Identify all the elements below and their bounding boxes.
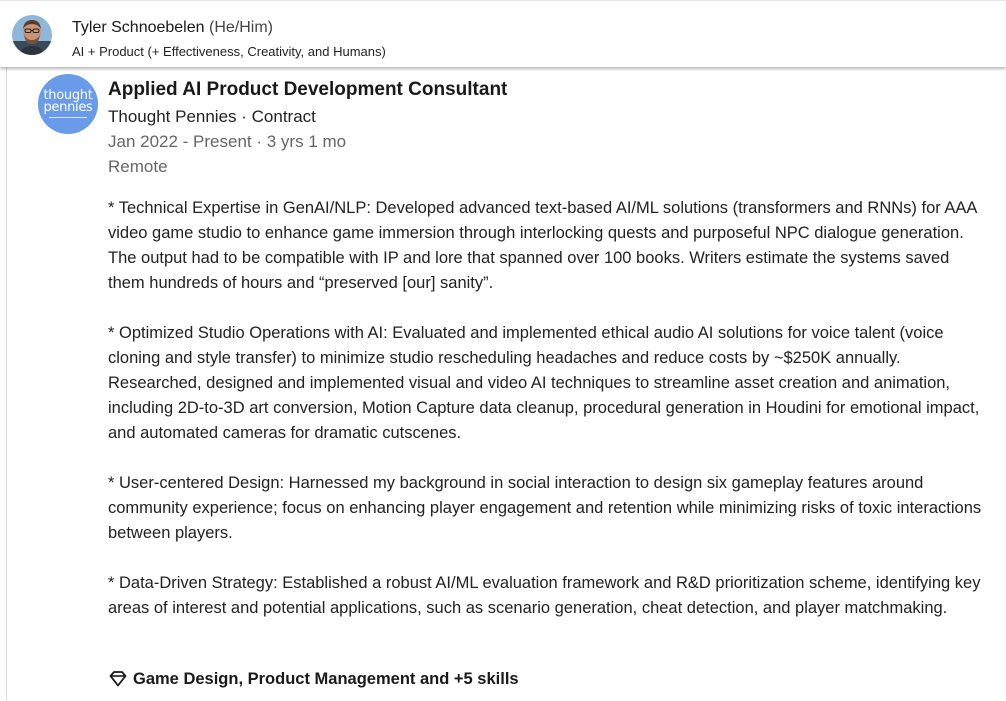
avatar[interactable] bbox=[12, 15, 52, 55]
job-title: Applied AI Product Development Consultan… bbox=[108, 79, 508, 100]
description-paragraph: * Technical Expertise in GenAI/NLP: Deve… bbox=[108, 199, 977, 292]
description-paragraph: * Optimized Studio Operations with AI: E… bbox=[108, 324, 980, 442]
job-dates: Jan 2022 - Present · 3 yrs 1 mo bbox=[108, 132, 347, 151]
profile-name-line: Tyler Schnoebelen (He/Him) bbox=[72, 18, 273, 38]
company-logo[interactable]: thought pennies bbox=[38, 74, 98, 134]
experience-card: thought pennies Applied AI Product Devel… bbox=[6, 66, 1006, 701]
profile-headline: AI + Product (+ Effectiveness, Creativit… bbox=[72, 44, 386, 59]
profile-header: Tyler Schnoebelen (He/Him) AI + Product … bbox=[0, 0, 1006, 67]
job-company[interactable]: Thought Pennies · Contract bbox=[108, 107, 316, 127]
diamond-icon bbox=[108, 670, 128, 688]
profile-pronouns: (He/Him) bbox=[208, 19, 273, 36]
description-paragraph: * User-centered Design: Harnessed my bac… bbox=[108, 474, 982, 542]
profile-name[interactable]: Tyler Schnoebelen bbox=[72, 19, 205, 36]
company-logo-underline bbox=[49, 117, 87, 118]
skills-label: Game Design, Product Management and +5 s… bbox=[133, 669, 519, 688]
job-description: * Technical Expertise in GenAI/NLP: Deve… bbox=[108, 196, 988, 646]
job-location: Remote bbox=[108, 157, 168, 176]
avatar-image bbox=[12, 15, 52, 55]
description-paragraph: * Data-Driven Strategy: Established a ro… bbox=[108, 574, 981, 617]
page: Tyler Schnoebelen (He/Him) AI + Product … bbox=[0, 0, 1006, 701]
skills-row[interactable]: Game Design, Product Management and +5 s… bbox=[108, 668, 519, 690]
company-logo-word-2: pennies bbox=[43, 100, 93, 115]
